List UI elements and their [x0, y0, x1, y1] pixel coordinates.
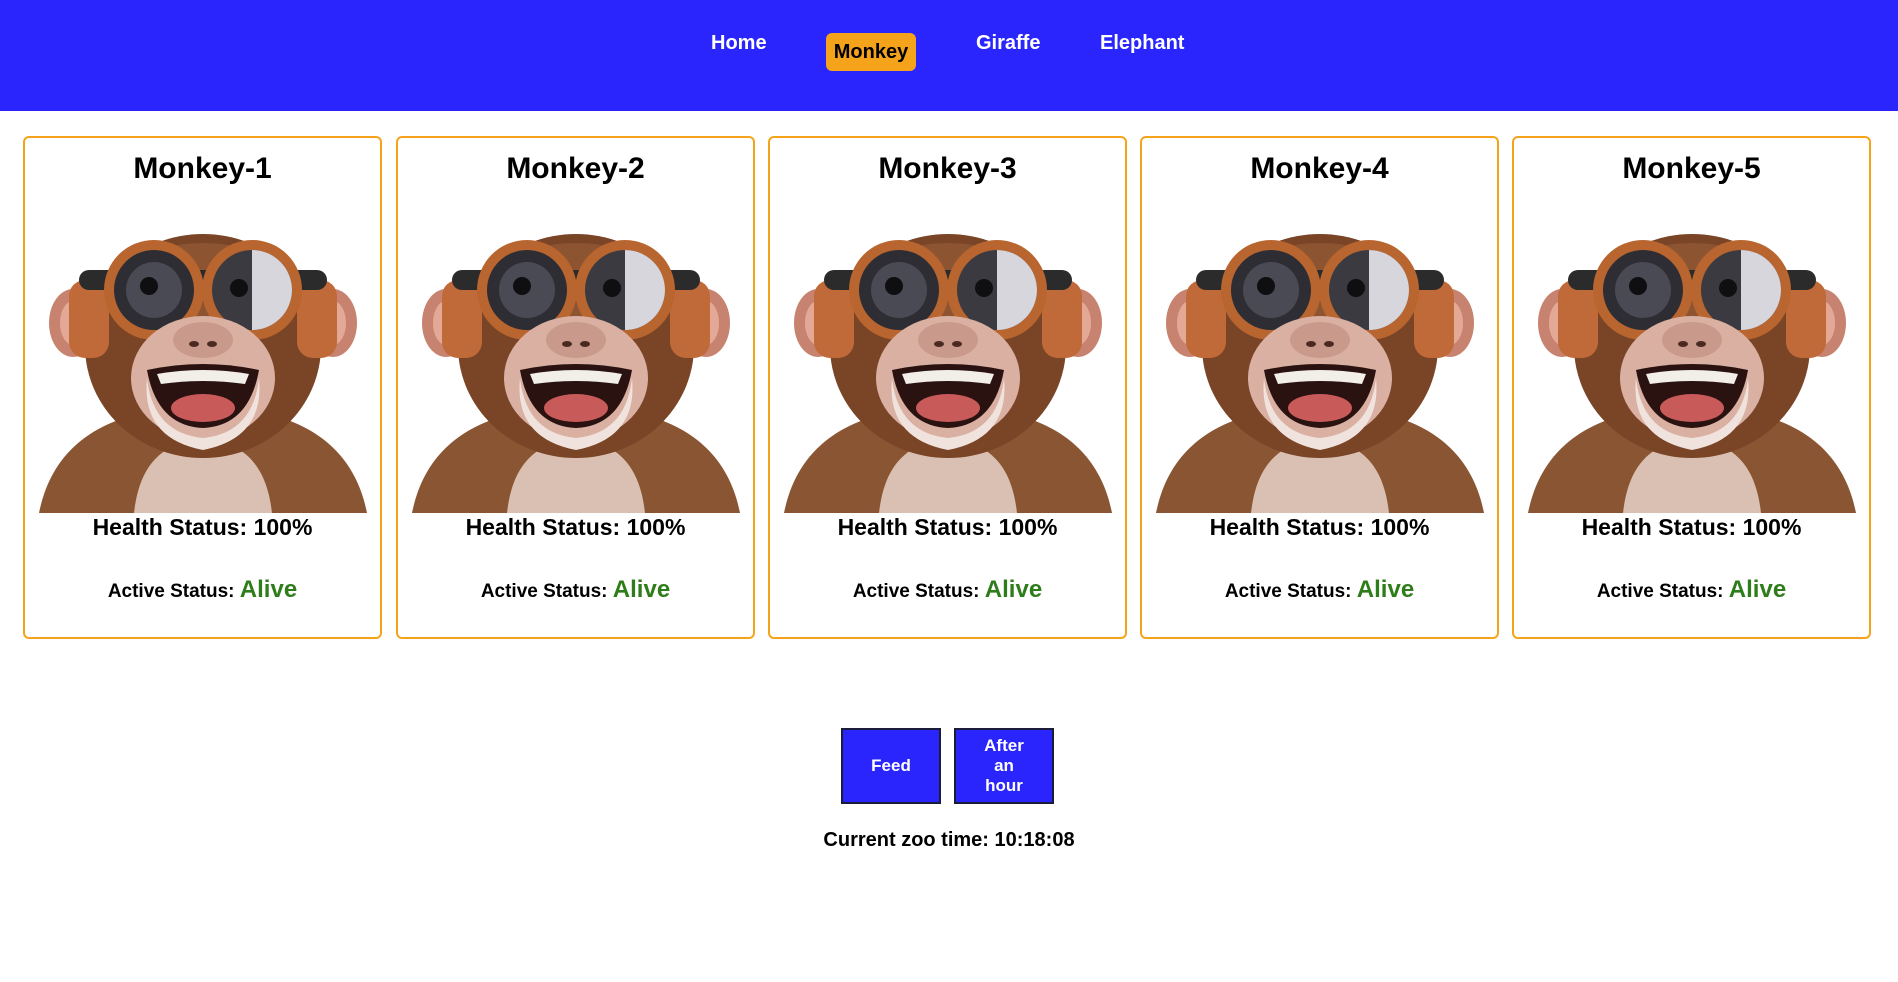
- top-nav-bar: Home Monkey Giraffe Elephant: [0, 0, 1898, 111]
- health-status: Health Status: 100%: [1209, 514, 1430, 540]
- nav-monkey-link[interactable]: Monkey: [826, 33, 916, 71]
- active-status-value: Alive: [1356, 576, 1415, 603]
- nav-giraffe-link[interactable]: Giraffe: [976, 32, 1040, 55]
- active-status-value: Alive: [984, 576, 1043, 603]
- animal-name: Monkey-1: [133, 152, 272, 185]
- nav-home-link[interactable]: Home: [711, 32, 767, 55]
- active-status-label: Active Status:: [107, 581, 235, 602]
- monkey-image: [39, 228, 367, 513]
- active-status-value: Alive: [1728, 576, 1787, 603]
- animal-name: Monkey-5: [1622, 152, 1761, 185]
- active-status: Active Status: Alive: [1514, 576, 1869, 604]
- animal-card: Monkey-3 Health Status: 100% Active Stat…: [768, 136, 1127, 639]
- current-zoo-time: Current zoo time: 10:18:08: [823, 829, 1075, 851]
- active-status: Active Status: Alive: [398, 576, 753, 604]
- active-status-label: Active Status:: [852, 581, 980, 602]
- active-status-value: Alive: [612, 576, 671, 603]
- animal-card: Monkey-5 Health Status: 100% Active Stat…: [1512, 136, 1871, 639]
- monkey-image: [1528, 228, 1856, 513]
- animal-name: Monkey-3: [878, 152, 1017, 185]
- health-status: Health Status: 100%: [465, 514, 686, 540]
- animal-card: Monkey-4 Health Status: 100% Active Stat…: [1140, 136, 1499, 639]
- active-status: Active Status: Alive: [770, 576, 1125, 604]
- page: Home Monkey Giraffe Elephant Monkey-1 He…: [0, 0, 1898, 982]
- animal-card: Monkey-2 Health Status: 100% Active Stat…: [396, 136, 755, 639]
- active-status-value: Alive: [239, 576, 298, 603]
- active-status-label: Active Status:: [1596, 581, 1724, 602]
- active-status: Active Status: Alive: [1142, 576, 1497, 604]
- animal-name: Monkey-4: [1250, 152, 1389, 185]
- after-an-hour-button[interactable]: After an hour: [954, 728, 1054, 804]
- animal-card: Monkey-1 Health Status: 100% Active Stat…: [23, 136, 382, 639]
- health-status: Health Status: 100%: [92, 514, 313, 540]
- monkey-image: [1156, 228, 1484, 513]
- health-status: Health Status: 100%: [837, 514, 1058, 540]
- feed-button[interactable]: Feed: [841, 728, 941, 804]
- animal-name: Monkey-2: [506, 152, 645, 185]
- active-status-label: Active Status:: [1224, 581, 1352, 602]
- active-status: Active Status: Alive: [25, 576, 380, 604]
- nav-elephant-link[interactable]: Elephant: [1100, 32, 1184, 55]
- active-status-label: Active Status:: [480, 581, 608, 602]
- monkey-image: [784, 228, 1112, 513]
- health-status: Health Status: 100%: [1581, 514, 1802, 540]
- monkey-image: [412, 228, 740, 513]
